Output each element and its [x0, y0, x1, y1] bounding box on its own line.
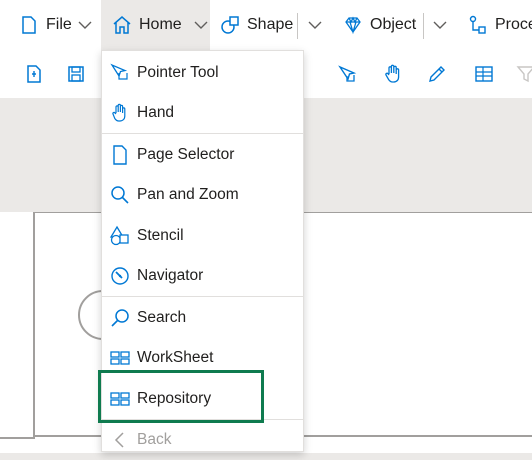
export-icon[interactable] — [22, 62, 46, 86]
menu-process-label: Proce — [495, 16, 532, 33]
separator — [297, 13, 298, 39]
page-icon — [109, 144, 131, 166]
menu-item-label: Page Selector — [137, 146, 235, 163]
menu-item-label: Back — [137, 431, 172, 448]
pen-icon[interactable] — [425, 62, 449, 86]
chevron-down-icon — [308, 21, 322, 29]
menu-item-hand[interactable]: Hand — [102, 93, 303, 133]
menu-item-back[interactable]: Back — [102, 420, 303, 460]
menu-item-search[interactable]: Search — [102, 298, 303, 338]
object-icon — [342, 14, 364, 36]
menu-item-page-selector[interactable]: Page Selector — [102, 135, 303, 175]
menu-process[interactable]: Proce — [467, 0, 532, 50]
menu-item-stencil[interactable]: Stencil — [102, 216, 303, 256]
search-icon — [109, 307, 131, 329]
menu-divider — [102, 296, 303, 297]
process-icon — [467, 14, 489, 36]
home-icon — [111, 14, 133, 36]
file-icon — [18, 14, 40, 36]
menu-shape[interactable]: Shape — [219, 0, 293, 50]
menu-item-label: Navigator — [137, 267, 204, 284]
hand-icon — [109, 102, 131, 124]
menu-bar: File Home Shape Object Proce — [0, 0, 532, 50]
menu-object-chevron[interactable] — [432, 0, 448, 50]
menu-item-label: Stencil — [137, 227, 184, 244]
menu-item-label: Search — [137, 309, 187, 326]
filter-icon[interactable] — [514, 62, 532, 86]
stencil-icon — [109, 225, 131, 247]
page-left-panel — [0, 212, 35, 439]
chevron-down-icon — [433, 21, 447, 29]
highlight-box — [98, 370, 264, 423]
menu-file-chevron[interactable] — [77, 0, 93, 50]
pointer-tool-icon — [109, 62, 131, 84]
menu-item-label: WorkSheet — [137, 349, 214, 366]
compass-icon — [109, 265, 131, 287]
shape-icon — [219, 14, 241, 36]
menu-home-label: Home — [139, 16, 182, 33]
pointer-tool-icon[interactable] — [335, 62, 359, 86]
menu-item-pointer-tool[interactable]: Pointer Tool — [102, 53, 303, 93]
menu-item-label: Pan and Zoom — [137, 186, 239, 203]
menu-object[interactable]: Object — [342, 0, 416, 50]
menu-shape-chevron[interactable] — [307, 0, 323, 50]
magnifier-icon — [109, 184, 131, 206]
menu-item-pan-and-zoom[interactable]: Pan and Zoom — [102, 175, 303, 215]
menu-item-navigator[interactable]: Navigator — [102, 256, 303, 296]
worksheet-icon — [109, 347, 131, 369]
menu-item-label: Pointer Tool — [137, 64, 219, 81]
menu-item-label: Hand — [137, 104, 175, 121]
menu-divider — [102, 133, 303, 134]
menu-object-label: Object — [370, 16, 417, 33]
save-icon[interactable] — [64, 62, 88, 86]
worksheet-icon[interactable] — [472, 62, 496, 86]
separator — [423, 13, 424, 39]
menu-file-label: File — [46, 16, 72, 33]
hand-icon[interactable] — [381, 62, 405, 86]
chevron-left-icon — [109, 429, 131, 451]
menu-home[interactable]: Home — [101, 0, 210, 50]
menu-shape-label: Shape — [247, 16, 294, 33]
menu-file[interactable]: File — [18, 0, 72, 50]
chevron-down-icon — [78, 21, 92, 29]
chevron-down-icon[interactable] — [193, 17, 209, 33]
